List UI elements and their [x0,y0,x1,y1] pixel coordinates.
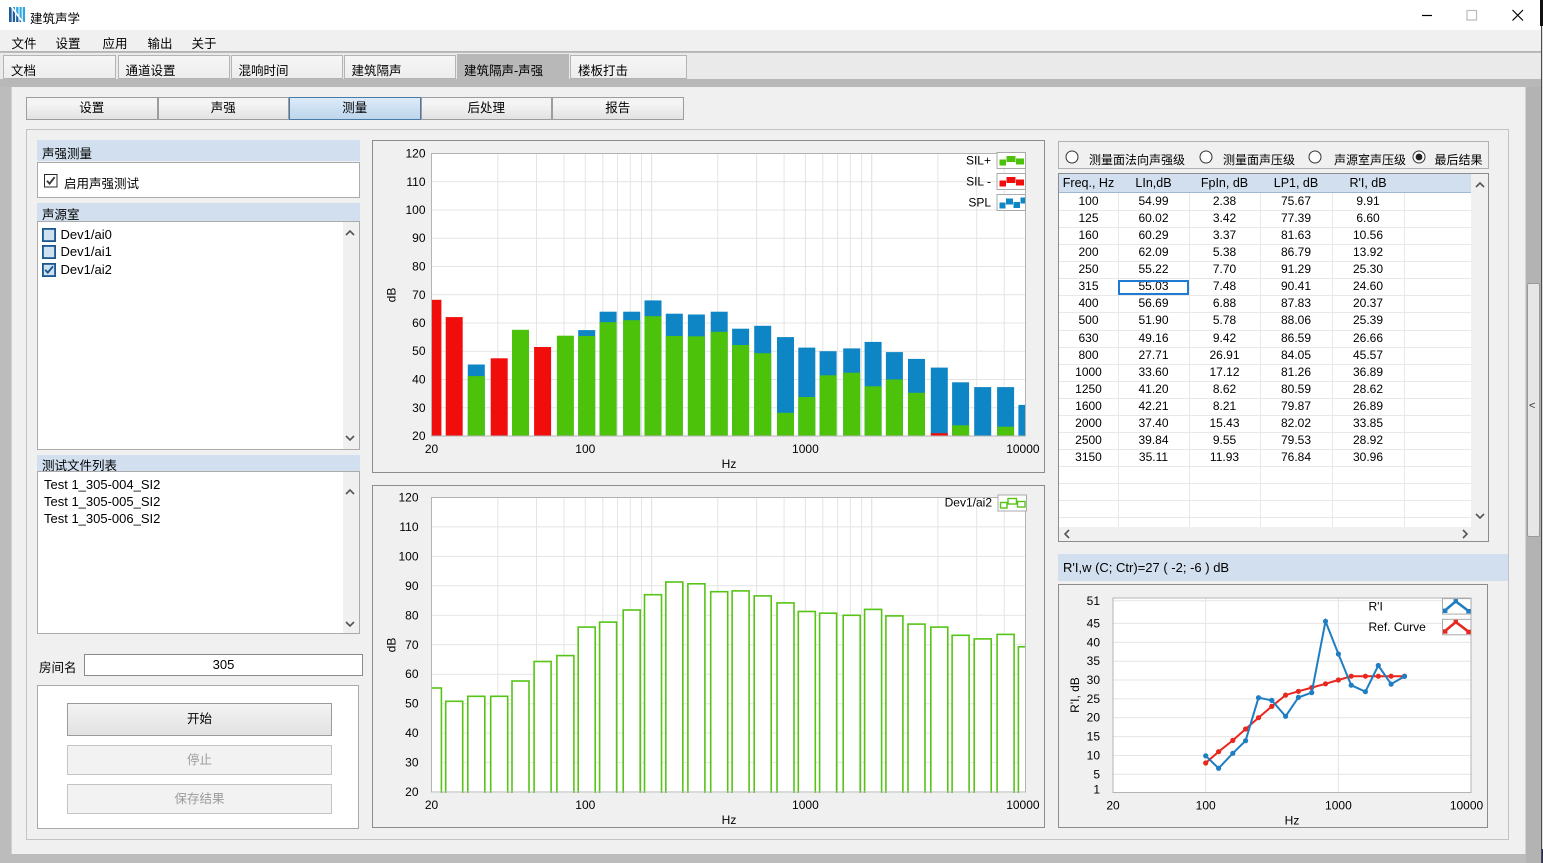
svg-text:90: 90 [405,578,419,592]
svg-text:100: 100 [1196,799,1216,813]
svg-text:1000: 1000 [1325,799,1352,813]
svg-text:100: 100 [405,203,425,217]
svg-text:25: 25 [1087,692,1101,706]
svg-text:Hz: Hz [1285,814,1300,828]
svg-text:20: 20 [412,429,426,443]
svg-text:15: 15 [1087,730,1101,744]
svg-text:50: 50 [405,696,419,710]
svg-text:100: 100 [575,798,595,812]
svg-text:100: 100 [398,549,418,563]
svg-text:Hz: Hz [722,813,737,827]
svg-text:20: 20 [425,798,439,812]
svg-text:R'I: R'I [1369,600,1383,614]
svg-text:60: 60 [412,316,426,330]
svg-text:20: 20 [425,442,439,456]
svg-text:10000: 10000 [1006,798,1040,812]
svg-text:1000: 1000 [792,442,819,456]
svg-text:100: 100 [575,442,595,456]
svg-text:10000: 10000 [1450,799,1484,813]
svg-text:20: 20 [405,785,419,799]
svg-text:Hz: Hz [722,457,737,471]
svg-text:120: 120 [405,146,425,160]
svg-text:R'I, dB: R'I, dB [1068,677,1082,713]
svg-text:40: 40 [1087,635,1101,649]
svg-text:10: 10 [1087,749,1101,763]
svg-text:50: 50 [412,344,426,358]
svg-text:80: 80 [405,608,419,622]
svg-text:Dev1/ai2: Dev1/ai2 [945,495,993,509]
svg-text:SIL+: SIL+ [966,153,991,167]
svg-text:80: 80 [412,259,426,273]
svg-text:dB: dB [385,637,399,652]
svg-text:120: 120 [398,490,418,504]
svg-text:90: 90 [412,231,426,245]
svg-text:70: 70 [412,287,426,301]
svg-text:Ref. Curve: Ref. Curve [1369,620,1427,634]
svg-text:40: 40 [412,372,426,386]
svg-text:110: 110 [399,519,418,533]
svg-text:30: 30 [1087,673,1101,687]
svg-text:1: 1 [1093,782,1100,796]
svg-text:40: 40 [405,726,419,740]
svg-text:20: 20 [1087,711,1101,725]
svg-text:110: 110 [406,174,425,188]
svg-text:10000: 10000 [1006,442,1040,456]
svg-text:45: 45 [1087,616,1101,630]
svg-text:30: 30 [405,755,419,769]
svg-text:20: 20 [1106,799,1120,813]
svg-text:51: 51 [1087,594,1101,608]
svg-text:30: 30 [412,400,426,414]
svg-text:60: 60 [405,667,419,681]
svg-text:35: 35 [1087,654,1101,668]
svg-text:SIL -: SIL - [966,174,991,188]
svg-text:70: 70 [405,637,419,651]
svg-text:5: 5 [1093,767,1100,781]
svg-text:dB: dB [385,287,399,302]
svg-text:SPL: SPL [968,195,991,209]
svg-text:1000: 1000 [792,798,819,812]
